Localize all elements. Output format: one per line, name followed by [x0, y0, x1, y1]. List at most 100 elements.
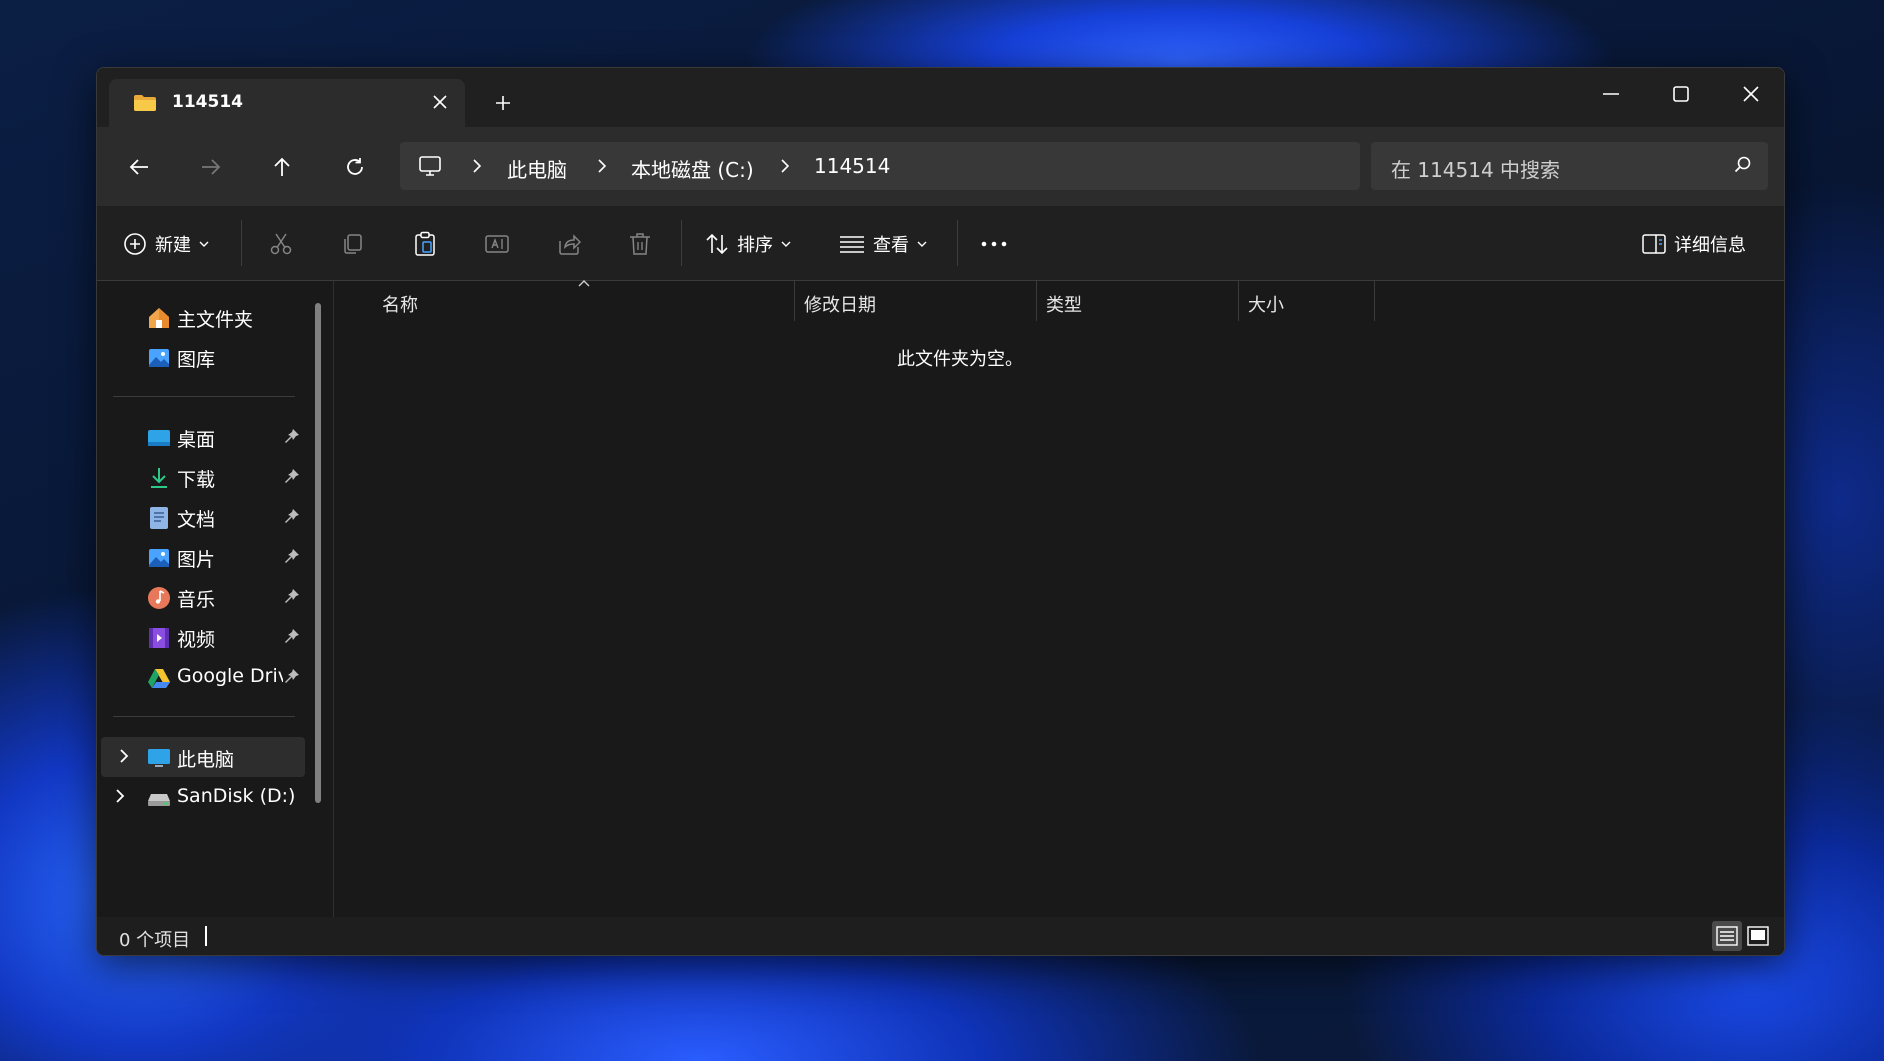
desktop-icon: [148, 430, 170, 446]
breadcrumb-chevron-icon[interactable]: [468, 156, 486, 176]
more-icon: [981, 241, 1007, 247]
address-bar[interactable]: 此电脑 本地磁盘 (C:) 114514: [400, 142, 1360, 190]
close-icon: [1743, 86, 1759, 102]
search-box[interactable]: 在 114514 中搜索: [1371, 142, 1768, 190]
pin-icon[interactable]: [284, 468, 300, 484]
maximize-button[interactable]: [1651, 76, 1711, 112]
new-tab-button[interactable]: [488, 88, 518, 118]
column-header-size[interactable]: 大小: [1248, 291, 1284, 317]
column-header-type[interactable]: 类型: [1046, 291, 1082, 317]
maximize-icon: [1673, 86, 1689, 102]
home-icon: [149, 308, 169, 328]
sidebar-item-this-pc[interactable]: 此电脑: [101, 737, 305, 777]
breadcrumb-this-pc[interactable]: 此电脑: [507, 154, 567, 183]
details-view-icon: [1716, 926, 1738, 946]
column-header-date-modified[interactable]: 修改日期: [804, 291, 876, 317]
column-divider[interactable]: [794, 281, 795, 321]
minimize-button[interactable]: [1581, 76, 1641, 112]
sort-button[interactable]: 排序: [705, 224, 791, 264]
close-tab-button[interactable]: [427, 89, 453, 115]
pin-icon[interactable]: [284, 508, 300, 524]
sidebar-item-label: SanDisk (D:): [177, 785, 296, 807]
close-window-button[interactable]: [1721, 76, 1781, 112]
sidebar-divider: [113, 396, 295, 397]
file-explorer-window: 114514 此电脑 本地磁盘 (C:) 114514 在 114514 中搜索…: [96, 67, 1785, 956]
chevron-right-icon[interactable]: [119, 748, 129, 764]
pin-icon[interactable]: [284, 548, 300, 564]
column-divider[interactable]: [1036, 281, 1037, 321]
forward-button[interactable]: [191, 147, 231, 187]
pin-icon[interactable]: [284, 628, 300, 644]
paste-button[interactable]: [413, 224, 437, 264]
chevron-right-icon[interactable]: [115, 788, 125, 804]
folder-icon: [134, 95, 156, 111]
cut-button[interactable]: [269, 224, 293, 264]
chevron-down-icon: [781, 241, 791, 247]
sidebar-item-documents[interactable]: 文档: [97, 497, 317, 537]
command-bar: 新建 排序 查看 详细信息: [97, 205, 1784, 281]
sidebar-item-label: 此电脑: [177, 749, 235, 771]
status-divider: [205, 926, 207, 946]
sidebar-scrollbar[interactable]: [315, 303, 321, 803]
refresh-button[interactable]: [335, 147, 375, 187]
add-circle-icon: [124, 233, 146, 255]
drive-icon: [148, 794, 170, 806]
details-pane-button[interactable]: 详细信息: [1642, 224, 1746, 264]
sidebar-item-gallery[interactable]: 图库: [97, 337, 317, 377]
sidebar-item-home[interactable]: 主文件夹: [97, 297, 317, 337]
copy-button[interactable]: [341, 224, 365, 264]
status-bar: 0 个项目: [97, 917, 1784, 955]
chevron-down-icon: [917, 241, 927, 247]
sidebar-item-desktop[interactable]: 桌面: [97, 417, 317, 457]
sidebar-item-label: 图库: [177, 349, 216, 371]
plus-icon: [496, 96, 510, 110]
up-button[interactable]: [262, 147, 302, 187]
pin-icon[interactable]: [284, 428, 300, 444]
column-divider[interactable]: [1374, 281, 1375, 321]
column-header-name[interactable]: 名称: [382, 291, 418, 317]
music-icon: [148, 587, 170, 609]
search-placeholder: 在 114514 中搜索: [1391, 158, 1561, 182]
details-pane-label: 详细信息: [1674, 235, 1746, 256]
new-button-label: 新建: [155, 235, 191, 256]
breadcrumb-chevron-icon[interactable]: [776, 156, 794, 176]
pin-icon[interactable]: [284, 588, 300, 604]
copy-icon: [344, 234, 362, 254]
navigation-bar: 此电脑 本地磁盘 (C:) 114514 在 114514 中搜索: [97, 127, 1784, 205]
download-icon: [151, 468, 167, 488]
breadcrumb-chevron-icon[interactable]: [593, 156, 611, 176]
list-view-icon: [840, 236, 864, 253]
sidebar-item-videos[interactable]: 视频: [97, 617, 317, 657]
sidebar-item-label: 桌面: [177, 429, 216, 451]
sidebar-item-sandisk[interactable]: SanDisk (D:): [97, 777, 317, 817]
breadcrumb-local-disk[interactable]: 本地磁盘 (C:): [631, 154, 754, 183]
minimize-icon: [1603, 93, 1619, 95]
sidebar-item-pictures[interactable]: 图片: [97, 537, 317, 577]
breadcrumb-current-folder[interactable]: 114514: [814, 154, 890, 178]
column-divider[interactable]: [1238, 281, 1239, 321]
pin-icon[interactable]: [284, 668, 300, 684]
sort-button-label: 排序: [737, 235, 773, 256]
view-button-label: 查看: [873, 235, 909, 256]
chevron-down-icon: [199, 241, 209, 247]
refresh-icon: [347, 158, 363, 175]
more-options-button[interactable]: [981, 224, 1007, 264]
details-view-toggle[interactable]: [1712, 921, 1742, 951]
sidebar-item-downloads[interactable]: 下载: [97, 457, 317, 497]
sidebar-item-label: 图片: [177, 549, 216, 571]
view-button[interactable]: 查看: [839, 224, 927, 264]
rename-button[interactable]: [485, 224, 511, 264]
tab-114514[interactable]: 114514: [109, 79, 465, 127]
sidebar-item-google-drive[interactable]: Google Drive: [97, 657, 317, 697]
sidebar-item-music[interactable]: 音乐: [97, 577, 317, 617]
new-button[interactable]: 新建: [123, 224, 209, 264]
back-button[interactable]: [119, 147, 159, 187]
title-bar: 114514: [97, 68, 1784, 127]
share-button[interactable]: [557, 224, 581, 264]
navigation-pane: 主文件夹 图库 桌面 下载 文档 图片 音乐 视频 Google Dri 此电脑…: [97, 281, 333, 917]
sidebar-item-label: 主文件夹: [177, 309, 254, 331]
this-pc-icon: [148, 749, 170, 767]
delete-button[interactable]: [629, 224, 651, 264]
sidebar-item-label: 下载: [177, 469, 216, 491]
large-icons-view-toggle[interactable]: [1743, 921, 1773, 951]
